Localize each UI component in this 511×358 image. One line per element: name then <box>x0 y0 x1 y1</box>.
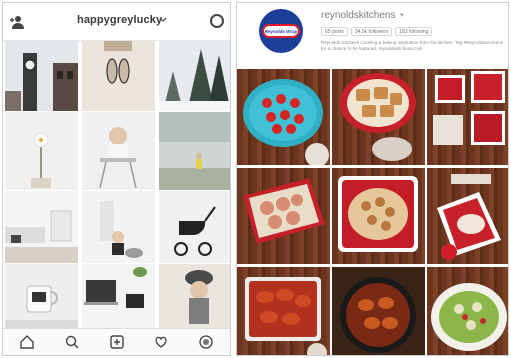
baby-highchair-photo[interactable] <box>82 112 155 190</box>
profile-header: happygreylucky <box>3 3 230 41</box>
strawberry-tart-photo[interactable] <box>427 168 508 264</box>
instagram-profile-phone: happygreylucky <box>2 2 231 356</box>
add-icon[interactable] <box>110 335 124 349</box>
coffee-mug-photo[interactable] <box>5 264 78 332</box>
instagram-profile-tablet: Reynolds Wrap reynoldskitchens ▾ 65 post… <box>236 2 509 356</box>
strawberries-plate-photo[interactable] <box>237 69 330 165</box>
laptop-desk-photo[interactable] <box>82 264 155 332</box>
flower-photo[interactable] <box>5 112 78 190</box>
clock-tower-photo[interactable] <box>5 41 78 111</box>
post-grid <box>3 41 230 332</box>
profile-stats: 65 posts 34.5k followers 183 following <box>321 27 433 36</box>
following-count[interactable]: 183 following <box>395 27 433 36</box>
brand-logo[interactable]: Reynolds Wrap <box>259 9 303 53</box>
bottom-navigation-bar <box>3 328 230 355</box>
stroller-photo[interactable] <box>159 191 230 263</box>
profile-bio: Reynolds Kitchens Cooking & baking inspi… <box>321 40 503 51</box>
followers-count[interactable]: 34.5k followers <box>350 27 393 36</box>
cookie-bars-photo[interactable] <box>332 69 425 165</box>
child-on-path-photo[interactable] <box>159 112 230 190</box>
history-icon[interactable] <box>210 14 224 28</box>
chevron-down-icon[interactable] <box>158 15 168 25</box>
strawberry-baskets-photo[interactable] <box>427 69 508 165</box>
brand-logo-text: Reynolds Wrap <box>262 24 300 38</box>
child-hat-photo[interactable] <box>159 264 230 332</box>
brand-username[interactable]: reynoldskitchens <box>321 10 395 21</box>
snowy-trees-photo[interactable] <box>159 41 230 111</box>
posts-count[interactable]: 65 posts <box>321 27 348 36</box>
add-person-icon[interactable] <box>9 14 25 30</box>
salad-platter-photo[interactable] <box>427 267 508 355</box>
chicken-wings-photo[interactable] <box>237 267 330 355</box>
sandals-photo[interactable] <box>82 41 155 111</box>
sheet-pan-dish-photo[interactable] <box>237 168 330 264</box>
roasted-chicken-skillet-photo[interactable] <box>332 267 425 355</box>
brand-profile-header: Reynolds Wrap reynoldskitchens ▾ 65 post… <box>237 3 508 65</box>
heart-icon[interactable] <box>154 335 168 349</box>
profile-username[interactable]: happygreylucky <box>77 14 162 26</box>
brand-post-grid <box>237 69 508 355</box>
living-room-photo[interactable] <box>5 191 78 263</box>
screenshot-stage: happygreylucky Reynolds Wrap reynoldskit… <box>0 0 511 358</box>
verified-chevron-icon: ▾ <box>400 12 404 19</box>
profile-icon[interactable] <box>199 335 213 349</box>
baby-with-dog-photo[interactable] <box>82 191 155 263</box>
search-icon[interactable] <box>65 335 79 349</box>
home-icon[interactable] <box>20 335 34 349</box>
baked-casserole-photo[interactable] <box>332 168 425 264</box>
